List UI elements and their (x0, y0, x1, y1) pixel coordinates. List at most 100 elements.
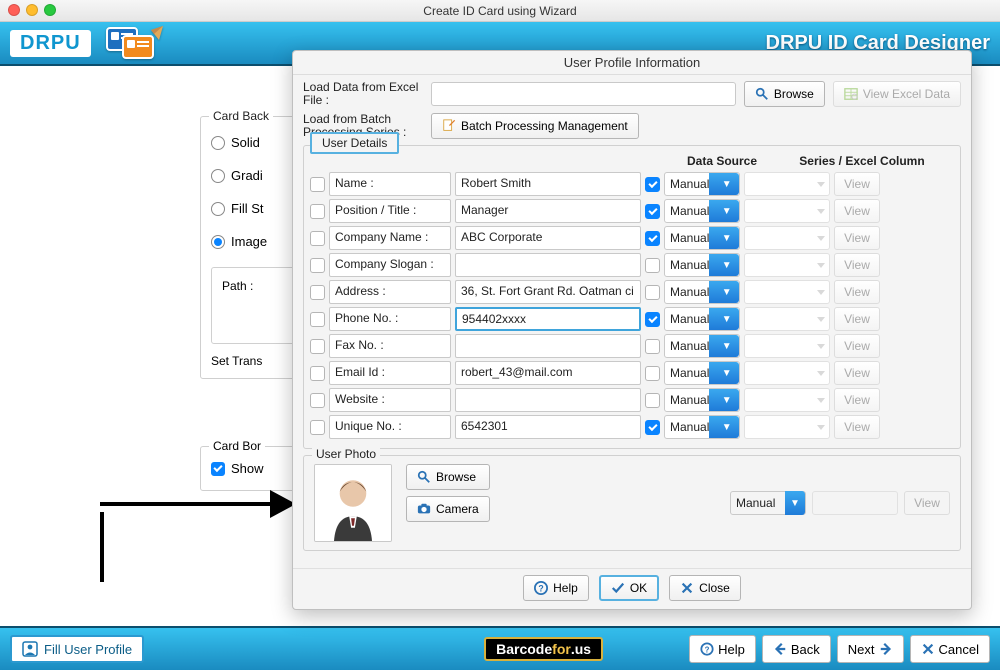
field-enabled-checkbox[interactable] (645, 177, 660, 192)
field-value-input[interactable]: robert_43@mail.com (455, 361, 641, 385)
svg-text:?: ? (705, 646, 710, 655)
ok-button[interactable]: OK (599, 575, 659, 601)
series-column-select[interactable] (744, 334, 830, 358)
next-button[interactable]: Next (837, 635, 904, 663)
data-source-select[interactable]: Manual▼ (664, 172, 740, 196)
field-value-input[interactable]: ABC Corporate (455, 226, 641, 250)
photo-camera-button[interactable]: Camera (406, 496, 490, 522)
group-title: Card Bor (209, 439, 265, 453)
series-column-select[interactable] (744, 361, 830, 385)
field-row: Company Name :ABC CorporateManual▼View (310, 226, 954, 250)
row-include-checkbox[interactable] (310, 231, 325, 246)
field-name-input[interactable]: Name : (329, 172, 451, 196)
data-source-select[interactable]: Manual▼ (664, 415, 740, 439)
data-source-select[interactable]: Manual▼ (664, 307, 740, 331)
chevron-down-icon: ▼ (709, 416, 739, 438)
data-source-select[interactable]: Manual▼ (664, 388, 740, 412)
field-enabled-checkbox[interactable] (645, 231, 660, 246)
series-column-select[interactable] (744, 172, 830, 196)
group-title: Card Back (209, 109, 273, 123)
tab-user-details[interactable]: User Details (310, 132, 399, 154)
excel-file-input[interactable] (431, 82, 736, 106)
batch-processing-button[interactable]: Batch Processing Management (431, 113, 639, 139)
field-value-input[interactable]: Manager (455, 199, 641, 223)
profile-icon (22, 641, 38, 657)
row-include-checkbox[interactable] (310, 177, 325, 192)
series-column-select[interactable] (744, 199, 830, 223)
row-include-checkbox[interactable] (310, 285, 325, 300)
field-enabled-checkbox[interactable] (645, 312, 660, 327)
series-column-select[interactable] (744, 307, 830, 331)
field-name-input[interactable]: Fax No. : (329, 334, 451, 358)
field-name-input[interactable]: Phone No. : (329, 307, 451, 331)
field-name-input[interactable]: Email Id : (329, 361, 451, 385)
back-button[interactable]: Back (762, 635, 831, 663)
help-button[interactable]: ? Help (523, 575, 589, 601)
search-icon (417, 470, 431, 484)
row-include-checkbox[interactable] (310, 204, 325, 219)
field-row: Website :Manual▼View (310, 388, 954, 412)
field-enabled-checkbox[interactable] (645, 204, 660, 219)
field-enabled-checkbox[interactable] (645, 393, 660, 408)
field-value-input[interactable]: 6542301 (455, 415, 641, 439)
field-value-input[interactable]: 954402xxxx (455, 307, 641, 331)
series-column-select[interactable] (744, 280, 830, 304)
check-icon (611, 581, 625, 595)
close-window-icon[interactable] (8, 4, 20, 16)
field-name-input[interactable]: Address : (329, 280, 451, 304)
annotation-arrow (100, 502, 300, 582)
fill-user-profile-chip[interactable]: Fill User Profile (10, 635, 144, 663)
field-value-input[interactable]: 36, St. Fort Grant Rd. Oatman ci (455, 280, 641, 304)
data-source-select[interactable]: Manual▼ (664, 334, 740, 358)
help-icon: ? (534, 581, 548, 595)
row-include-checkbox[interactable] (310, 393, 325, 408)
mac-titlebar: Create ID Card using Wizard (0, 0, 1000, 22)
field-enabled-checkbox[interactable] (645, 420, 660, 435)
svg-text:?: ? (538, 584, 543, 594)
field-row: Address :36, St. Fort Grant Rd. Oatman c… (310, 280, 954, 304)
group-title: User Photo (312, 447, 380, 461)
zoom-window-icon[interactable] (44, 4, 56, 16)
bottom-help-button[interactable]: ? Help (689, 635, 756, 663)
field-name-input[interactable]: Website : (329, 388, 451, 412)
field-name-input[interactable]: Unique No. : (329, 415, 451, 439)
field-value-input[interactable] (455, 334, 641, 358)
field-enabled-checkbox[interactable] (645, 339, 660, 354)
photo-browse-button[interactable]: Browse (406, 464, 490, 490)
data-source-select[interactable]: Manual▼ (664, 226, 740, 250)
series-column-select[interactable] (744, 253, 830, 277)
field-name-input[interactable]: Position / Title : (329, 199, 451, 223)
field-name-input[interactable]: Company Name : (329, 226, 451, 250)
arrow-right-icon (879, 642, 893, 656)
close-button[interactable]: Close (669, 575, 741, 601)
view-button: View (834, 172, 880, 196)
cancel-button[interactable]: Cancel (910, 635, 990, 663)
series-column-select[interactable] (744, 226, 830, 250)
field-value-input[interactable]: Robert Smith (455, 172, 641, 196)
field-value-input[interactable] (455, 253, 641, 277)
user-photo-preview (314, 464, 392, 542)
data-source-select[interactable]: Manual▼ (664, 361, 740, 385)
row-include-checkbox[interactable] (310, 258, 325, 273)
row-include-checkbox[interactable] (310, 366, 325, 381)
field-enabled-checkbox[interactable] (645, 285, 660, 300)
data-source-select[interactable]: Manual▼ (664, 280, 740, 304)
row-include-checkbox[interactable] (310, 420, 325, 435)
data-source-select[interactable]: Manual▼ (664, 253, 740, 277)
row-include-checkbox[interactable] (310, 312, 325, 327)
field-name-input[interactable]: Company Slogan : (329, 253, 451, 277)
brand-site-badge: Barcodefor.us (484, 637, 603, 661)
data-source-select[interactable]: Manual▼ (664, 199, 740, 223)
series-column-select[interactable] (744, 388, 830, 412)
field-value-input[interactable] (455, 388, 641, 412)
photo-series-select[interactable] (812, 491, 898, 515)
user-profile-dialog: User Profile Information Load Data from … (292, 50, 972, 610)
photo-data-source-select[interactable]: Manual▼ (730, 491, 806, 515)
field-enabled-checkbox[interactable] (645, 366, 660, 381)
minimize-window-icon[interactable] (26, 4, 38, 16)
arrow-left-icon (773, 642, 787, 656)
series-column-select[interactable] (744, 415, 830, 439)
row-include-checkbox[interactable] (310, 339, 325, 354)
browse-excel-button[interactable]: Browse (744, 81, 825, 107)
field-enabled-checkbox[interactable] (645, 258, 660, 273)
